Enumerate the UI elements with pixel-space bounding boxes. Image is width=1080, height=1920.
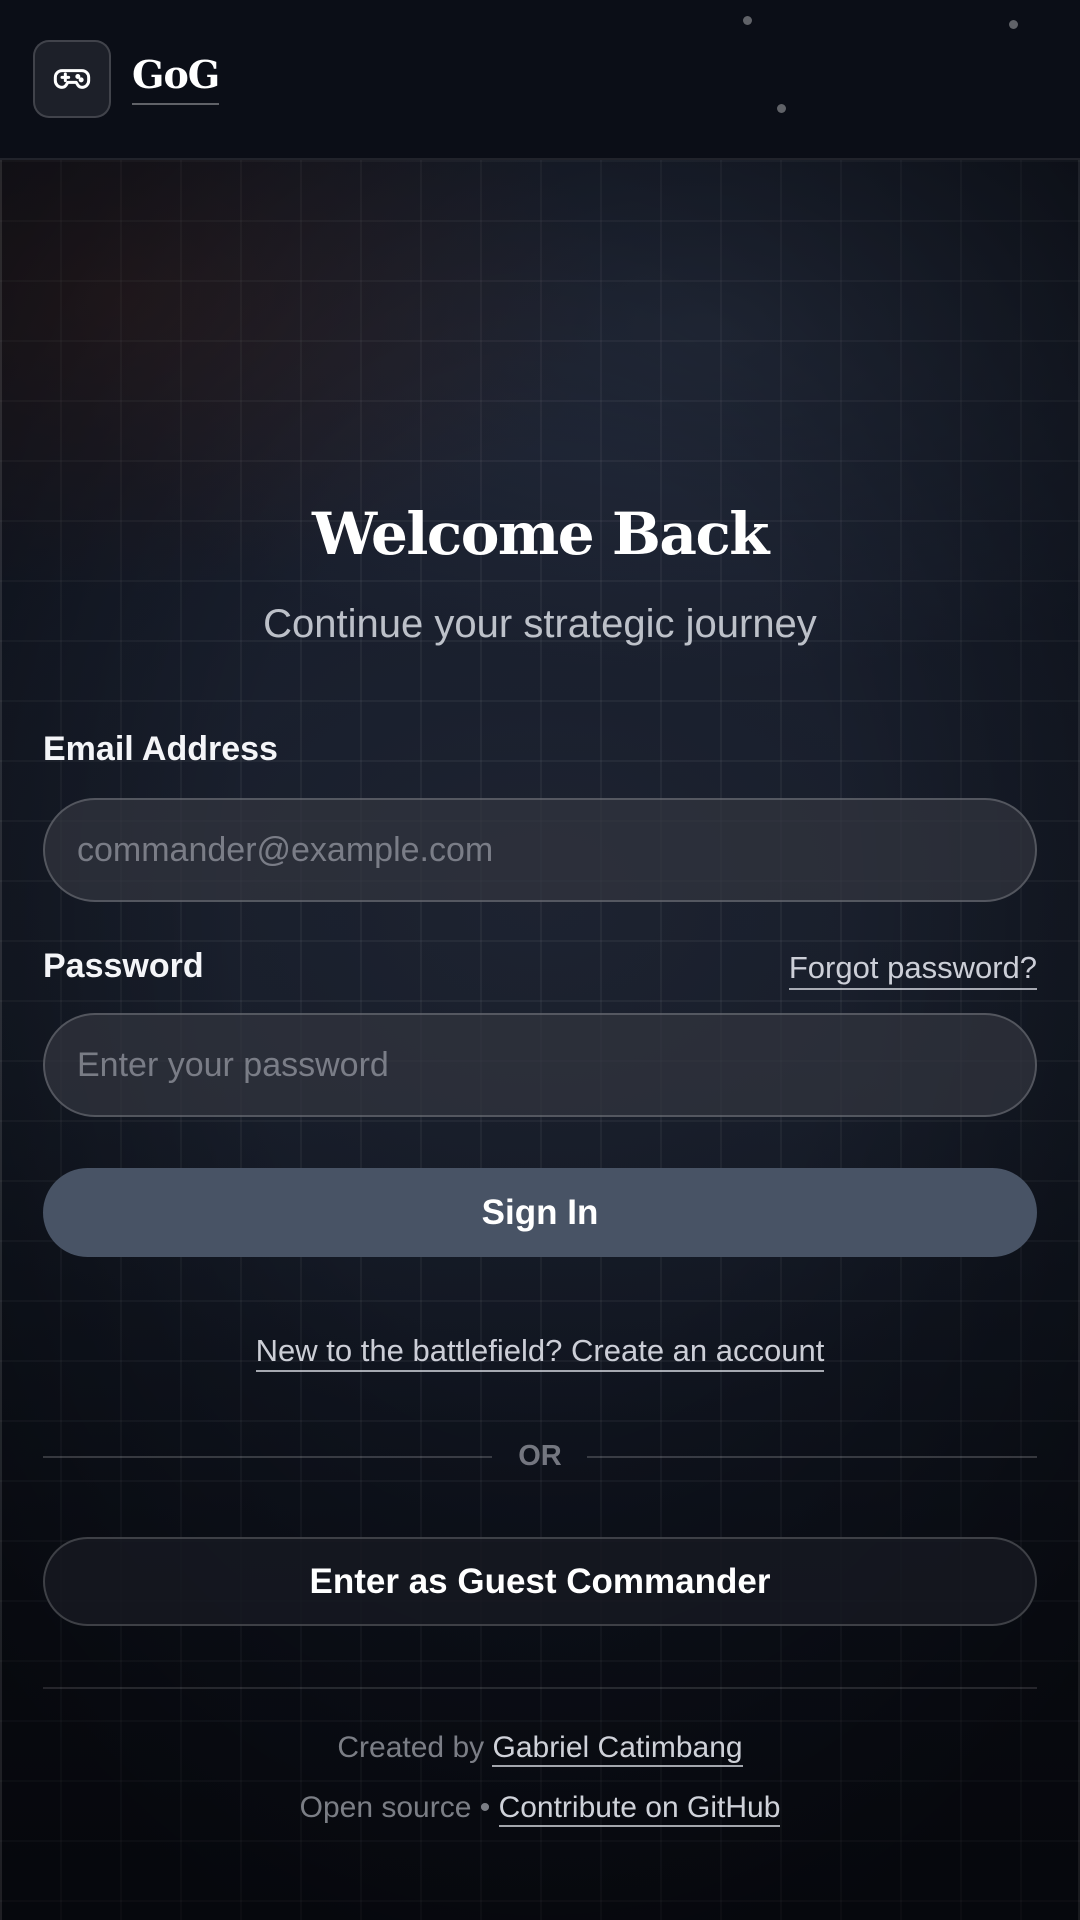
create-account-link[interactable]: New to the battlefield? Create an accoun… — [255, 1333, 825, 1372]
gamepad-icon — [53, 69, 91, 89]
logo-button[interactable] — [33, 40, 111, 118]
star-dot — [743, 16, 752, 25]
guest-login-button[interactable]: Enter as Guest Commander — [43, 1537, 1037, 1626]
divider-line-right — [587, 1456, 1037, 1458]
author-link[interactable]: Gabriel Catimbang — [492, 1731, 743, 1767]
password-input[interactable] — [43, 1013, 1037, 1117]
password-label: Password — [43, 947, 204, 985]
footer-divider — [43, 1687, 1037, 1689]
footer-opensource: Open source • Contribute on GitHub — [0, 1791, 1080, 1827]
page-subtitle: Continue your strategic journey — [263, 602, 817, 646]
footer-opensource-prefix: Open source • — [299, 1791, 491, 1824]
star-dot — [777, 104, 786, 113]
login-page: GoG Welcome Back Continue your strategic… — [0, 0, 1080, 1920]
brand-name[interactable]: GoG — [132, 52, 220, 105]
email-label: Email Address — [43, 730, 278, 768]
footer-credit: Created by Gabriel Catimbang — [0, 1731, 1080, 1767]
star-dot — [1009, 20, 1018, 29]
sign-in-button[interactable]: Sign In — [43, 1168, 1037, 1257]
page-title: Welcome Back — [312, 500, 769, 568]
forgot-password-link[interactable]: Forgot password? — [788, 950, 1037, 990]
app-header: GoG — [0, 0, 1080, 160]
create-account-link-row: New to the battlefield? Create an accoun… — [0, 1333, 1080, 1372]
footer-created-prefix: Created by — [337, 1731, 485, 1764]
github-link[interactable]: Contribute on GitHub — [498, 1791, 781, 1827]
left-edge — [0, 0, 2, 1920]
email-input[interactable] — [43, 798, 1037, 902]
